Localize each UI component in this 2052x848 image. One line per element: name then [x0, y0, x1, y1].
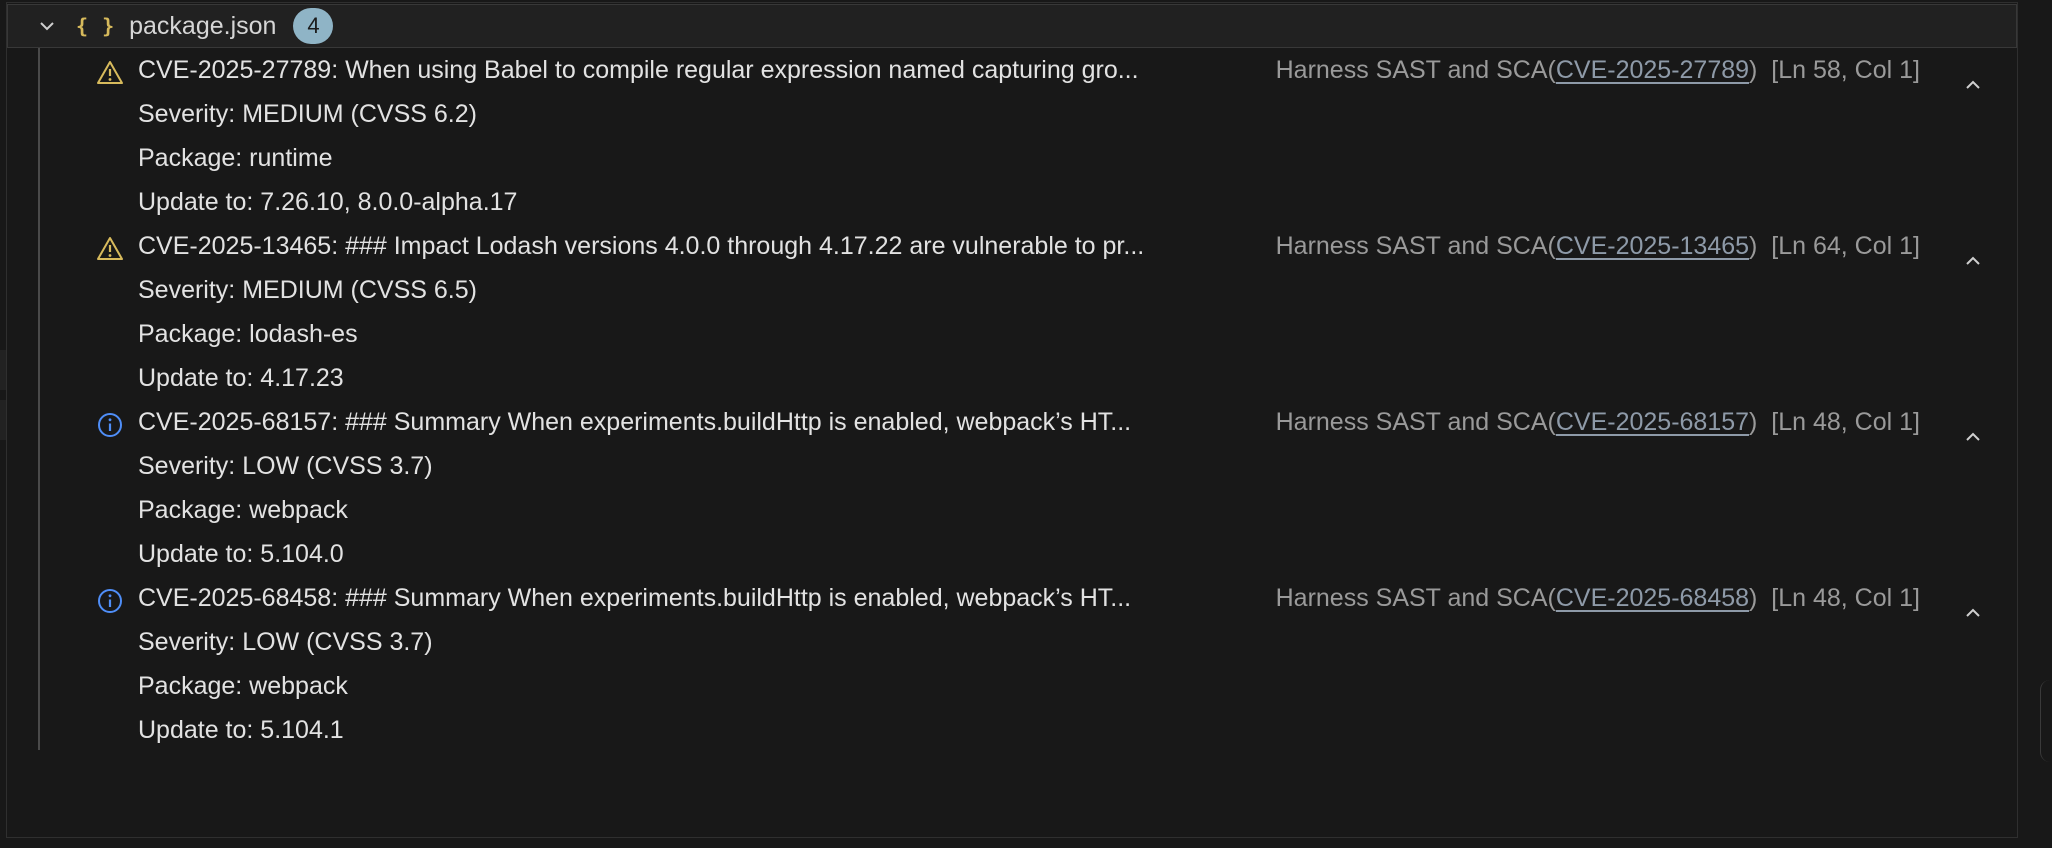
problem-message: CVE-2025-27789: When using Babel to comp… — [138, 56, 1139, 84]
chevron-up-icon[interactable] — [1964, 237, 1984, 265]
problem-detail-text: Severity: MEDIUM (CVSS 6.2) — [138, 100, 477, 128]
problem-source-close: ) — [1749, 584, 1758, 612]
cve-link[interactable]: CVE-2025-13465 — [1556, 232, 1749, 260]
file-group-header[interactable]: { } package.json 4 — [7, 4, 2017, 48]
problem-source-location: Harness SAST and SCA(CVE-2025-68458) [Ln… — [1276, 576, 1920, 620]
problem-source-close: ) — [1749, 408, 1758, 436]
problem-message: CVE-2025-13465: ### Impact Lodash versio… — [138, 232, 1145, 260]
problem-detail-text: Update to: 7.26.10, 8.0.0-alpha.17 — [138, 188, 518, 216]
problem-detail-text: Severity: LOW (CVSS 3.7) — [138, 452, 433, 480]
problem-item[interactable]: CVE-2025-13465: ### Impact Lodash versio… — [0, 224, 2010, 268]
problems-list: CVE-2025-27789: When using Babel to comp… — [0, 48, 2010, 752]
problem-detail-row: Severity: LOW (CVSS 3.7) — [0, 620, 2010, 664]
problem-message: CVE-2025-68157: ### Summary When experim… — [138, 408, 1132, 436]
info-icon — [96, 409, 124, 437]
problem-source: Harness SAST and SCA( — [1275, 232, 1556, 260]
cve-link[interactable]: CVE-2025-68157 — [1556, 408, 1749, 436]
chevron-up-icon[interactable] — [1964, 589, 1984, 617]
scrollbar[interactable] — [2040, 680, 2052, 762]
problem-detail-text: Package: webpack — [138, 496, 348, 524]
problem-location: [Ln 48, Col 1] — [1771, 408, 1920, 436]
problem-count-badge: 4 — [293, 8, 334, 44]
problem-item[interactable]: CVE-2025-68458: ### Summary When experim… — [0, 576, 2010, 620]
problem-detail-row: Package: runtime — [0, 136, 2010, 180]
problem-detail-row: Update to: 5.104.0 — [0, 532, 2010, 576]
problem-source: Harness SAST and SCA( — [1275, 408, 1556, 436]
problem-detail-text: Package: lodash-es — [138, 320, 358, 348]
cve-link[interactable]: CVE-2025-68458 — [1556, 584, 1749, 612]
problem-detail-text: Severity: MEDIUM (CVSS 6.5) — [138, 276, 477, 304]
problem-source-location: Harness SAST and SCA(CVE-2025-13465) [Ln… — [1276, 224, 1920, 268]
problem-location: [Ln 64, Col 1] — [1771, 232, 1920, 260]
chevron-down-icon[interactable] — [38, 17, 56, 35]
problems-panel: { } package.json 4 CVE-2025-27789: When … — [0, 0, 2052, 848]
problem-detail-row: Severity: MEDIUM (CVSS 6.2) — [0, 92, 2010, 136]
problem-source-location: Harness SAST and SCA(CVE-2025-27789) [Ln… — [1276, 48, 1920, 92]
problem-location: [Ln 58, Col 1] — [1771, 56, 1920, 84]
info-icon — [96, 585, 124, 613]
problem-detail-row: Package: lodash-es — [0, 312, 2010, 356]
problem-detail-row: Severity: LOW (CVSS 3.7) — [0, 444, 2010, 488]
problem-detail-text: Package: runtime — [138, 144, 333, 172]
warning-icon — [96, 57, 124, 85]
cve-link[interactable]: CVE-2025-27789 — [1556, 56, 1749, 84]
json-file-icon: { } — [76, 14, 116, 38]
problem-source-location: Harness SAST and SCA(CVE-2025-68157) [Ln… — [1276, 400, 1920, 444]
problem-detail-text: Package: webpack — [138, 672, 348, 700]
problem-detail-row: Update to: 7.26.10, 8.0.0-alpha.17 — [0, 180, 2010, 224]
problem-detail-text: Severity: LOW (CVSS 3.7) — [138, 628, 433, 656]
chevron-up-icon[interactable] — [1964, 413, 1984, 441]
problem-item[interactable]: CVE-2025-68157: ### Summary When experim… — [0, 400, 2010, 444]
problem-detail-row: Package: webpack — [0, 488, 2010, 532]
problem-item[interactable]: CVE-2025-27789: When using Babel to comp… — [0, 48, 2010, 92]
problem-detail-row: Package: webpack — [0, 664, 2010, 708]
problem-detail-row: Update to: 5.104.1 — [0, 708, 2010, 752]
problem-source: Harness SAST and SCA( — [1275, 584, 1556, 612]
chevron-up-icon[interactable] — [1964, 61, 1984, 89]
problem-detail-text: Update to: 5.104.1 — [138, 716, 344, 744]
problem-source: Harness SAST and SCA( — [1275, 56, 1556, 84]
problem-source-close: ) — [1749, 232, 1758, 260]
problem-detail-text: Update to: 4.17.23 — [138, 364, 344, 392]
problem-detail-text: Update to: 5.104.0 — [138, 540, 344, 568]
problem-location: [Ln 48, Col 1] — [1771, 584, 1920, 612]
file-name: package.json — [129, 11, 277, 40]
problem-message: CVE-2025-68458: ### Summary When experim… — [138, 584, 1132, 612]
problem-detail-row: Severity: MEDIUM (CVSS 6.5) — [0, 268, 2010, 312]
problem-source-close: ) — [1749, 56, 1758, 84]
warning-icon — [96, 233, 124, 261]
problem-detail-row: Update to: 4.17.23 — [0, 356, 2010, 400]
